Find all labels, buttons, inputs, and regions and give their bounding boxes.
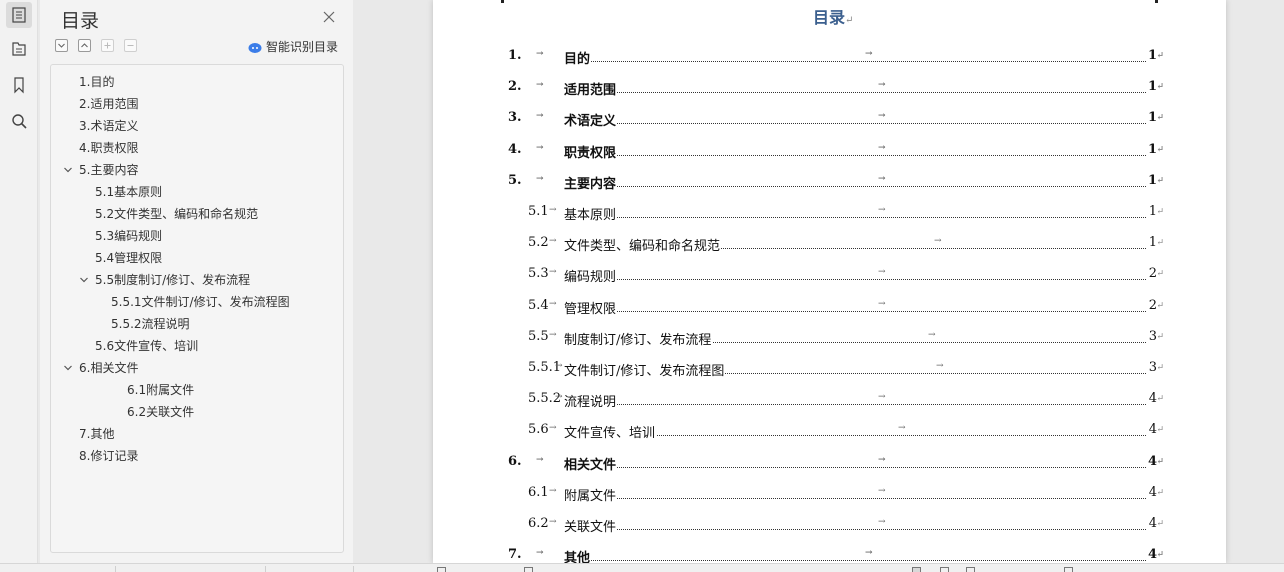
toc-item-5-5[interactable]: 5.5制度制订/修订、发布流程 bbox=[95, 269, 250, 291]
toc-item-5-6[interactable]: 5.6文件宣传、培训 bbox=[95, 335, 198, 357]
cloud-icon bbox=[248, 42, 262, 53]
divider bbox=[115, 566, 116, 572]
toc-tree: 1.目的 2.适用范围 3.术语定义 4.职责权限 5.主要内容 5.1基本原则… bbox=[50, 64, 344, 553]
chevron-down-icon[interactable] bbox=[79, 275, 89, 285]
document-page[interactable]: 目录↵ 1. → 目的 → 1 ↵ 2. → 适用范围 → 1 ↵ 3. → 术语定义 →… bbox=[433, 0, 1226, 566]
collapse-all-button[interactable] bbox=[78, 39, 91, 52]
expand-all-button[interactable] bbox=[55, 39, 68, 52]
panel-title: 目录 bbox=[61, 10, 100, 32]
divider bbox=[353, 566, 354, 572]
web-layout-icon[interactable] bbox=[940, 567, 949, 572]
toc-entry[interactable]: 4. → 职责权限 → 1 ↵ bbox=[508, 142, 1164, 162]
fit-page-icon[interactable] bbox=[1064, 567, 1073, 572]
chevron-down-icon[interactable] bbox=[63, 363, 73, 373]
toc-item-5-4[interactable]: 5.4管理权限 bbox=[95, 247, 162, 269]
toc-entry[interactable]: 3. → 术语定义 → 1 ↵ bbox=[508, 110, 1164, 130]
toc-item-5[interactable]: 5.主要内容 bbox=[79, 159, 138, 181]
toc-item-6-2[interactable]: 6.2关联文件 bbox=[127, 401, 194, 423]
toc-item-5-3[interactable]: 5.3编码规则 bbox=[95, 225, 162, 247]
toc-entry[interactable]: 6.2 → 关联文件 → 4 ↵ bbox=[508, 516, 1164, 536]
toc-item-6-1[interactable]: 6.1附属文件 bbox=[127, 379, 194, 401]
minus-icon bbox=[127, 45, 134, 46]
toc-entry[interactable]: 2. → 适用范围 → 1 ↵ bbox=[508, 79, 1164, 99]
toc-item-2[interactable]: 2.适用范围 bbox=[79, 93, 138, 115]
toc-entry[interactable]: 5.4 → 管理权限 → 2 ↵ bbox=[508, 298, 1164, 318]
smart-recognize-label: 智能识别目录 bbox=[266, 40, 339, 54]
toc-entry[interactable]: 5.5.1 → 文件制订/修订、发布流程图 → 3 ↵ bbox=[508, 360, 1164, 380]
bookmark-icon[interactable] bbox=[6, 72, 32, 98]
toc-item-7[interactable]: 7.其他 bbox=[79, 423, 114, 445]
search-icon[interactable] bbox=[6, 108, 32, 134]
toc-entry[interactable]: 6. → 相关文件 → 4 ↵ bbox=[508, 454, 1164, 474]
chevron-down-icon[interactable] bbox=[63, 165, 73, 175]
toc-entry[interactable]: 5.5.2 → 流程说明 → 4 ↵ bbox=[508, 391, 1164, 411]
status-bar bbox=[0, 563, 1284, 572]
panel-toolbar bbox=[55, 39, 137, 53]
toc-entry[interactable]: 5.3 → 编码规则 → 2 ↵ bbox=[508, 266, 1164, 286]
outline-icon[interactable] bbox=[6, 36, 32, 62]
toc-item-5-5-1[interactable]: 5.5.1文件制订/修订、发布流程图 bbox=[111, 291, 290, 313]
chevron-up-icon bbox=[81, 43, 88, 48]
smart-recognize-button[interactable]: 智能识别目录 bbox=[248, 38, 338, 55]
chevron-down-icon bbox=[58, 43, 65, 48]
wps-writer-window: 目录 智能识别目录 1.目的 2.适用范围 3.术语定义 4.职责权限 5.主要… bbox=[0, 0, 1284, 572]
toc-entry[interactable]: 1. → 目的 → 1 ↵ bbox=[508, 48, 1164, 68]
outline-view-icon[interactable] bbox=[524, 567, 533, 572]
toc-entry[interactable]: 5.2 → 文件类型、编码和命名规范 → 1 ↵ bbox=[508, 235, 1164, 255]
toc-item-1[interactable]: 1.目的 bbox=[79, 71, 114, 93]
plus-icon bbox=[104, 42, 111, 49]
toc-item-5-2[interactable]: 5.2文件类型、编码和命名规范 bbox=[95, 203, 258, 225]
toc-item-4[interactable]: 4.职责权限 bbox=[79, 137, 138, 159]
crop-mark bbox=[1155, 0, 1158, 3]
toc-entry[interactable]: 5.5 → 制度制订/修订、发布流程 → 3 ↵ bbox=[508, 329, 1164, 349]
page-view-icon[interactable] bbox=[437, 567, 446, 572]
remove-heading-button[interactable] bbox=[124, 39, 137, 52]
toc-item-5-5-2[interactable]: 5.5.2流程说明 bbox=[111, 313, 190, 335]
toc-item-8[interactable]: 8.修订记录 bbox=[79, 445, 138, 467]
toc-panel: 目录 智能识别目录 1.目的 2.适用范围 3.术语定义 4.职责权限 5.主要… bbox=[40, 0, 353, 563]
close-icon[interactable] bbox=[322, 10, 336, 24]
add-heading-button[interactable] bbox=[101, 39, 114, 52]
toc-item-5-1[interactable]: 5.1基本原则 bbox=[95, 181, 162, 203]
crop-mark bbox=[501, 0, 504, 3]
toc-entry[interactable]: 5.1 → 基本原则 → 1 ↵ bbox=[508, 204, 1164, 224]
toc-item-6[interactable]: 6.相关文件 bbox=[79, 357, 138, 379]
toc-item-3[interactable]: 3.术语定义 bbox=[79, 115, 138, 137]
left-tool-rail bbox=[0, 0, 38, 563]
doc-toc-title: 目录↵ bbox=[813, 8, 854, 27]
toc-icon[interactable] bbox=[6, 2, 32, 28]
divider bbox=[265, 566, 266, 572]
print-layout-icon[interactable] bbox=[912, 567, 921, 572]
toc-entry[interactable]: 5.6 → 文件宣传、培训 → 4 ↵ bbox=[508, 422, 1164, 442]
toc-entry[interactable]: 5. → 主要内容 → 1 ↵ bbox=[508, 173, 1164, 193]
reading-mode-icon[interactable] bbox=[966, 567, 975, 572]
toc-entry[interactable]: 6.1 → 附属文件 → 4 ↵ bbox=[508, 485, 1164, 505]
